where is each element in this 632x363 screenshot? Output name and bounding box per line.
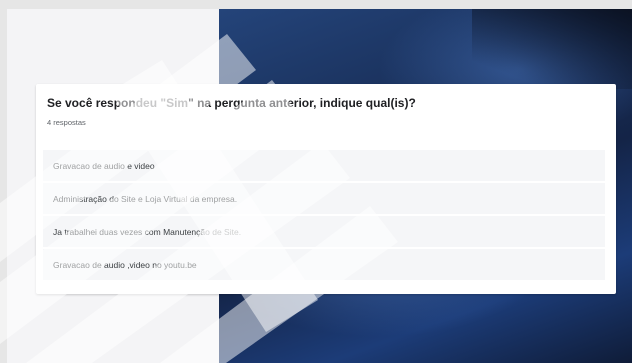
question-summary-card: Se você respondeu "Sim" na pergunta ante… [36, 84, 616, 294]
header-image-shadow [472, 9, 632, 89]
form-responses-screen: Se você respondeu "Sim" na pergunta ante… [7, 9, 632, 363]
answer-item: Gravacao de audio ,video no youtu.be [43, 249, 605, 280]
response-count: 4 respostas [47, 118, 86, 127]
answer-item: Gravacao de audio e video [43, 150, 605, 181]
answer-list: Gravacao de audio e video Administração … [43, 150, 605, 282]
question-title: Se você respondeu "Sim" na pergunta ante… [47, 96, 416, 110]
answer-item: Ja trabalhei duas vezes com Manutenção d… [43, 216, 605, 247]
answer-item: Administração do Site e Loja Virtual da … [43, 183, 605, 214]
